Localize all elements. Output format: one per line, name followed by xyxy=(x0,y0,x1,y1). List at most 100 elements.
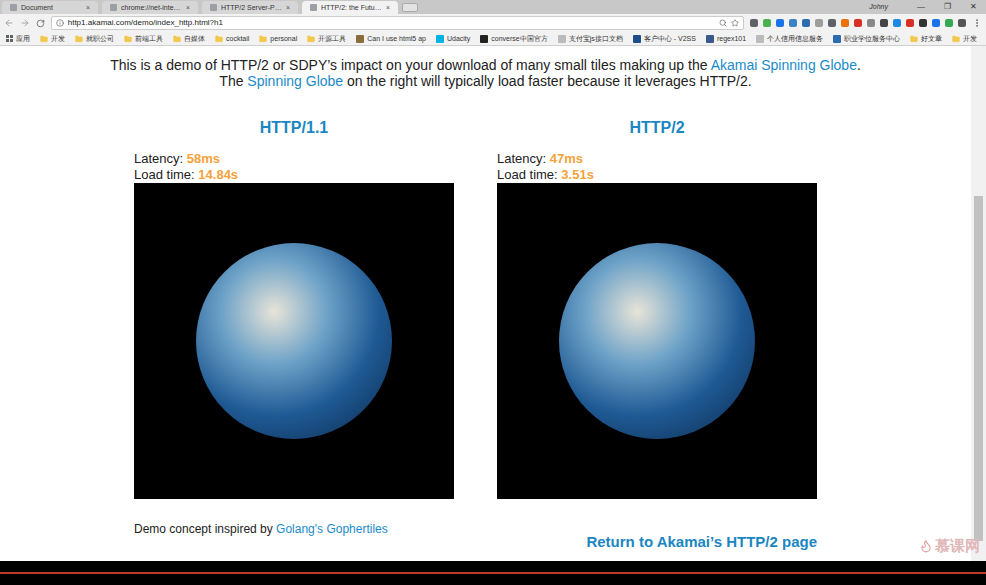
tab-favicon-icon xyxy=(310,4,317,11)
gophertiles-link[interactable]: Golang's Gophertiles xyxy=(276,522,388,536)
load-time-row: Load time: 14.84s xyxy=(134,167,454,183)
browser-tab[interactable]: HTTP/2: the Future of t× xyxy=(302,1,398,14)
bookmark-item[interactable]: 客户中心 - V2SS xyxy=(633,35,696,43)
bookmark-label: 职业学位服务中心 xyxy=(844,35,900,42)
extension-icon[interactable] xyxy=(815,19,823,27)
site-favicon-icon xyxy=(706,35,714,43)
bookmark-item[interactable]: 个人信用信息服务 xyxy=(756,35,823,43)
load-time-value: 14.84s xyxy=(198,167,238,182)
bookmark-label: 开源工具 xyxy=(318,35,346,42)
extension-icon[interactable] xyxy=(867,19,875,27)
bookmark-item[interactable]: 开发 xyxy=(40,35,65,43)
intro-link[interactable]: Akamai Spinning Globe xyxy=(711,57,857,73)
bookmark-item[interactable]: 应用 xyxy=(6,35,30,42)
extension-icon[interactable] xyxy=(893,19,901,27)
extension-icon[interactable] xyxy=(776,19,784,27)
window-control-button[interactable]: ❐ xyxy=(934,1,960,13)
extension-icon[interactable] xyxy=(906,19,914,27)
intro-link[interactable]: Spinning Globe xyxy=(247,73,343,89)
site-favicon-icon xyxy=(356,35,364,43)
bookmark-label: 就职公司 xyxy=(86,35,114,42)
site-favicon-icon xyxy=(558,35,566,43)
bookmark-item[interactable]: 就职公司 xyxy=(75,35,114,43)
bookmark-item[interactable]: 自媒体 xyxy=(173,35,205,43)
extension-icon[interactable] xyxy=(919,19,927,27)
address-text: http1.akamai.com/demo/index_http.html?h1 xyxy=(68,19,715,27)
bookmark-item[interactable]: cocktail xyxy=(215,35,249,43)
globe-image xyxy=(497,183,817,499)
extension-icons xyxy=(750,19,966,27)
folder-icon xyxy=(124,35,132,43)
bookmark-label: 开发 xyxy=(51,35,65,42)
bookmark-label: converse中国官方 xyxy=(491,35,547,42)
browser-tab[interactable]: chrome://net-interna× xyxy=(102,1,198,14)
bookmark-item[interactable]: 开源工具 xyxy=(307,35,346,43)
watermark: 慕课网 xyxy=(919,535,980,558)
bookmark-item[interactable]: Udacity xyxy=(436,35,470,43)
reload-icon[interactable] xyxy=(36,19,45,28)
tab-title: Document xyxy=(21,4,82,11)
intro-line: This is a demo of HTTP/2 or SDPY’s impac… xyxy=(0,57,971,73)
bookmark-label: 客户中心 - V2SS xyxy=(644,35,696,42)
extension-icon[interactable] xyxy=(789,19,797,27)
back-icon[interactable] xyxy=(4,18,14,28)
tab-close-button[interactable]: × xyxy=(186,4,190,11)
bookmark-item[interactable]: personal xyxy=(259,35,297,43)
bookmark-label: 应用 xyxy=(16,35,30,42)
bookmark-item[interactable]: regex101 xyxy=(706,35,746,43)
extension-icon[interactable] xyxy=(854,19,862,27)
bookmark-item[interactable]: 支付宝js接口文档 xyxy=(558,35,623,43)
site-favicon-icon xyxy=(756,35,764,43)
site-favicon-icon xyxy=(480,35,488,43)
scrollbar[interactable] xyxy=(971,46,986,561)
forward-icon[interactable] xyxy=(20,18,30,28)
globe-image xyxy=(134,183,454,499)
browser-tab[interactable]: Document × xyxy=(2,1,98,14)
menu-icon[interactable] xyxy=(972,18,982,28)
load-time-row: Load time: 3.51s xyxy=(497,167,817,183)
intro: This is a demo of HTTP/2 or SDPY’s impac… xyxy=(0,57,971,89)
bookmark-label: Can I use html5 ap xyxy=(367,35,426,42)
return-link[interactable]: Return to Akamai’s HTTP/2 page xyxy=(586,533,817,551)
extension-icon[interactable] xyxy=(958,19,966,27)
site-favicon-icon xyxy=(436,35,444,43)
address-bar[interactable]: http1.akamai.com/demo/index_http.html?h1 xyxy=(51,16,744,30)
bookmark-item[interactable]: 开发 xyxy=(952,35,977,43)
extension-icon[interactable] xyxy=(763,19,771,27)
zoom-icon[interactable] xyxy=(719,19,727,27)
extension-icon[interactable] xyxy=(828,19,836,27)
profile-name[interactable]: Johny xyxy=(869,2,888,13)
extension-icon[interactable] xyxy=(802,19,810,27)
page-area: This is a demo of HTTP/2 or SDPY’s impac… xyxy=(0,46,986,561)
browser-tab[interactable]: HTTP/2 Server-Push Li × xyxy=(202,1,298,14)
extension-icon[interactable] xyxy=(750,19,758,27)
scrollbar-thumb[interactable] xyxy=(974,196,983,541)
bookmark-item[interactable]: converse中国官方 xyxy=(480,35,547,43)
folder-icon xyxy=(910,35,918,43)
bookmark-star-icon[interactable] xyxy=(731,19,739,27)
load-time-value: 3.51s xyxy=(561,167,594,182)
bookmark-item[interactable]: 前端工具 xyxy=(124,35,163,43)
bookmark-item[interactable]: 好文章 xyxy=(910,35,942,43)
tab-title: HTTP/2 Server-Push Li xyxy=(221,4,282,11)
bookmark-label: 开发 xyxy=(963,35,977,42)
tab-close-button[interactable]: × xyxy=(286,4,290,11)
bookmark-item[interactable]: 职业学位服务中心 xyxy=(833,35,900,43)
tab-close-button[interactable]: × xyxy=(86,4,90,11)
page-footer: Demo concept inspired by Golang's Gopher… xyxy=(134,521,817,551)
window-control-button[interactable]: — xyxy=(908,1,934,13)
folder-icon xyxy=(173,35,181,43)
extension-icon[interactable] xyxy=(932,19,940,27)
tab-close-button[interactable]: × xyxy=(386,4,390,11)
extension-icon[interactable] xyxy=(841,19,849,27)
bookmark-label: 好文章 xyxy=(921,35,942,42)
page-content: This is a demo of HTTP/2 or SDPY’s impac… xyxy=(0,46,971,561)
progress-line[interactable] xyxy=(0,572,986,574)
footer-credit: Demo concept inspired by Golang's Gopher… xyxy=(134,521,388,537)
bookmark-item[interactable]: Can I use html5 ap xyxy=(356,35,426,43)
folder-icon xyxy=(40,35,48,43)
extension-icon[interactable] xyxy=(945,19,953,27)
extension-icon[interactable] xyxy=(880,19,888,27)
window-control-button[interactable]: ✕ xyxy=(960,1,986,13)
new-tab-button[interactable] xyxy=(402,3,418,12)
